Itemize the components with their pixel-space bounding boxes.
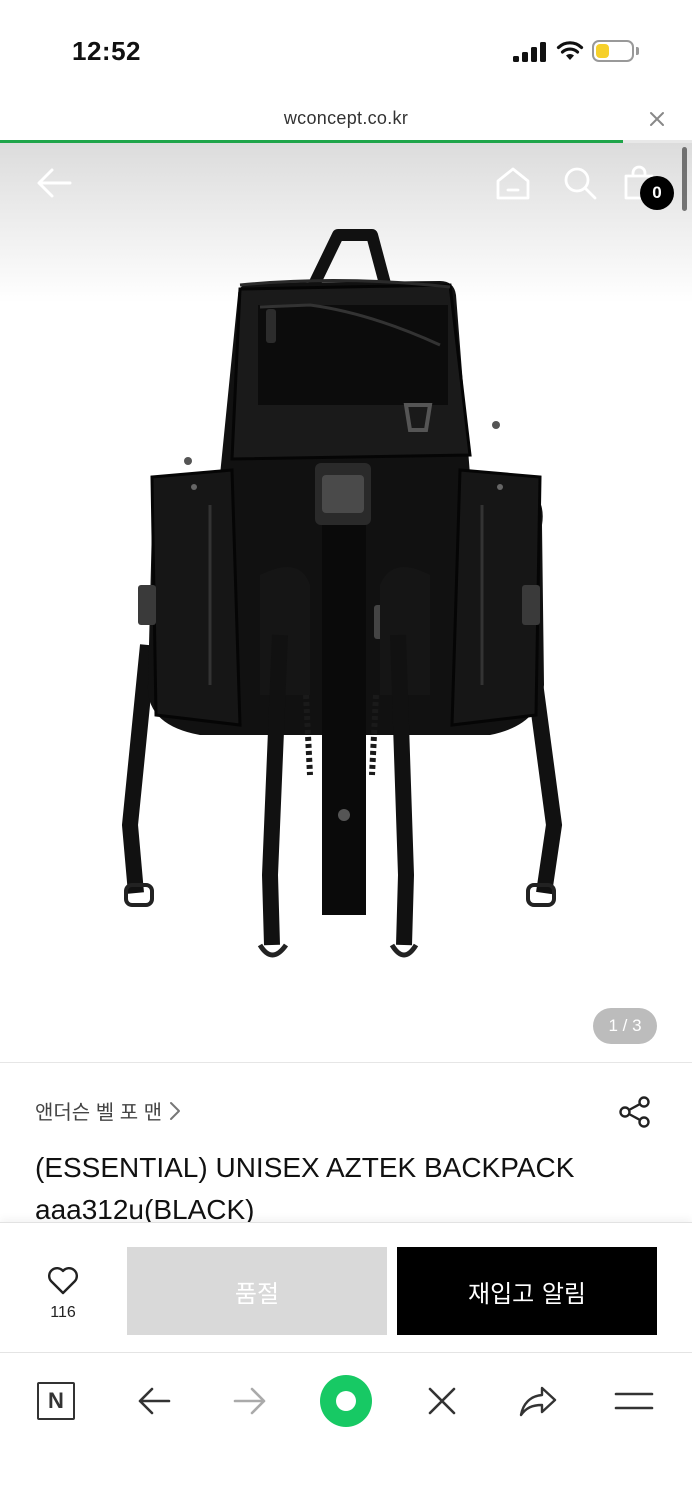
back-arrow-icon[interactable] — [34, 165, 74, 201]
browser-back-button[interactable] — [124, 1371, 184, 1431]
brand-name[interactable]: 앤더슨 벨 포 맨 — [35, 1096, 162, 1125]
soldout-button[interactable]: 품절 — [127, 1247, 387, 1335]
green-dot-button[interactable] — [316, 1371, 376, 1431]
green-dot-icon[interactable] — [320, 1375, 372, 1427]
product-title: (ESSENTIAL) UNISEX AZTEK BACKPACK aaa312… — [35, 1147, 655, 1231]
wifi-icon — [556, 41, 584, 60]
share-page-button[interactable] — [508, 1371, 568, 1431]
menu-icon[interactable] — [614, 1389, 654, 1413]
browser-toolbar: N — [0, 1352, 692, 1500]
status-time: 12:52 — [72, 36, 141, 66]
wishlist-count: 116 — [50, 1304, 76, 1321]
image-counter: 1 / 3 — [593, 1008, 657, 1044]
restock-alert-button[interactable]: 재입고 알림 — [397, 1247, 657, 1335]
share-arrow-icon[interactable] — [518, 1385, 558, 1417]
menu-button[interactable] — [604, 1371, 664, 1431]
product-info: 앤더슨 벨 포 맨 (ESSENTIAL) UNISEX AZTEK BACKP… — [0, 1062, 692, 1225]
heart-icon[interactable] — [47, 1265, 79, 1295]
cart-count-badge[interactable]: 0 — [640, 176, 674, 210]
battery-cap — [636, 47, 639, 55]
naver-home-button[interactable]: N — [26, 1371, 86, 1431]
url-bar[interactable]: wconcept.co.kr — [0, 100, 692, 140]
chevron-right-icon — [170, 1101, 181, 1120]
status-bar: 12:52 — [0, 0, 692, 100]
naver-icon[interactable]: N — [37, 1382, 75, 1420]
url-text[interactable]: wconcept.co.kr — [0, 108, 692, 129]
forward-arrow-icon[interactable] — [232, 1385, 268, 1417]
close-tab-button[interactable] — [412, 1371, 472, 1431]
purchase-action-bar: 116 품절 재입고 알림 — [0, 1222, 692, 1352]
browser-forward-button[interactable] — [220, 1371, 280, 1431]
home-icon[interactable] — [494, 165, 532, 201]
brand-link[interactable]: 앤더슨 벨 포 맨 — [35, 1096, 182, 1125]
wishlist-button[interactable]: 116 — [30, 1265, 96, 1325]
signal-icon — [513, 42, 547, 62]
product-title-line1: (ESSENTIAL) UNISEX AZTEK BACKPACK — [35, 1152, 575, 1183]
share-icon[interactable] — [618, 1095, 652, 1129]
battery-icon — [592, 40, 634, 62]
back-arrow-icon[interactable] — [136, 1385, 172, 1417]
close-icon[interactable] — [426, 1385, 458, 1417]
scroll-indicator — [682, 147, 687, 211]
product-gallery[interactable]: 0 1 / 3 — [0, 143, 692, 1060]
search-icon[interactable] — [562, 165, 598, 201]
close-icon[interactable] — [644, 106, 670, 132]
product-image[interactable] — [110, 225, 580, 985]
